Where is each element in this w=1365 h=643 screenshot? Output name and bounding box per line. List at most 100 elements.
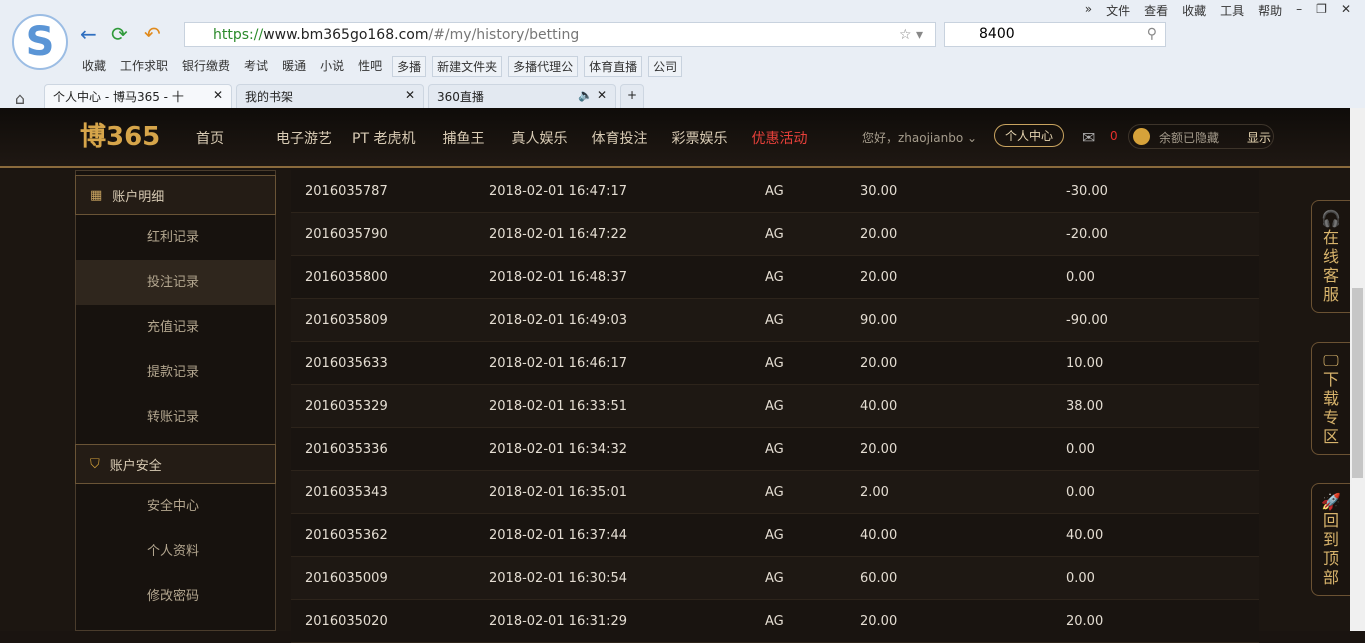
- menu-favorites[interactable]: 收藏: [1182, 2, 1206, 19]
- bookmark[interactable]: 新建文件夹: [432, 56, 503, 77]
- download-button[interactable]: 🖵 下载专区: [1311, 342, 1351, 455]
- user-menu[interactable]: 您好，zhaojianbo ⌄: [862, 129, 977, 146]
- menu-view[interactable]: 查看: [1144, 2, 1168, 19]
- section-account-security: ⛉ 账户安全: [75, 444, 276, 484]
- sidebar-item-bonus[interactable]: 红利记录: [76, 215, 275, 260]
- new-tab-button[interactable]: +: [620, 84, 644, 108]
- nav-sports[interactable]: 体育投注: [591, 128, 647, 148]
- mail-icon[interactable]: ✉: [1082, 128, 1095, 147]
- platform: AG: [765, 183, 784, 199]
- bookmark[interactable]: 收藏: [78, 56, 110, 77]
- bookmark[interactable]: 工作求职: [116, 56, 172, 77]
- bet-id: 2016035329: [305, 398, 388, 414]
- bet-time: 2018-02-01 16:46:17: [489, 355, 628, 371]
- close-tab-icon[interactable]: 🔈 ✕: [578, 88, 607, 105]
- personal-center-button[interactable]: 个人中心: [994, 124, 1065, 147]
- search-icon[interactable]: ⚲: [1147, 23, 1157, 46]
- back-icon[interactable]: ←: [80, 22, 97, 46]
- bookmark[interactable]: 性吧: [354, 56, 386, 77]
- search-input[interactable]: 8400 ⚲: [944, 22, 1166, 47]
- restore-icon[interactable]: ❐: [1316, 2, 1327, 19]
- home-icon[interactable]: ⌂: [0, 89, 40, 108]
- bookmark[interactable]: 小说: [316, 56, 348, 77]
- bookmark[interactable]: 银行缴费: [178, 56, 234, 77]
- close-tab-icon[interactable]: ✕: [405, 88, 415, 105]
- bet-time: 2018-02-01 16:31:29: [489, 613, 628, 629]
- balance-box: 余额已隐藏 显示: [1128, 124, 1274, 149]
- site-logo[interactable]: 博365: [80, 116, 160, 153]
- nav-fishing[interactable]: 捕鱼王: [442, 128, 484, 148]
- bet-time: 2018-02-01 16:47:17: [489, 183, 628, 199]
- coin-icon: [1133, 128, 1150, 145]
- main-nav: 首页 电子游艺 PT 老虎机 捕鱼王 真人娱乐 体育投注 彩票娱乐 优惠活动: [196, 128, 834, 148]
- headset-icon: 🎧: [1321, 209, 1341, 228]
- sidebar-item-withdraw[interactable]: 提款记录: [76, 350, 275, 395]
- chevron-down-icon: ⌄: [967, 131, 978, 145]
- bet-id: 2016035343: [305, 484, 388, 500]
- online-service-button[interactable]: 🎧 在线客服: [1311, 200, 1351, 313]
- bet-time: 2018-02-01 16:33:51: [489, 398, 628, 414]
- nav-pt[interactable]: PT 老虎机: [352, 128, 415, 148]
- close-icon[interactable]: ✕: [1341, 2, 1351, 19]
- payout: 0.00: [1066, 269, 1095, 285]
- scrollbar-thumb[interactable]: [1352, 288, 1363, 478]
- sidebar-item-change-password[interactable]: 修改密码: [76, 574, 275, 619]
- bookmark[interactable]: 考试: [240, 56, 272, 77]
- payout: 0.00: [1066, 484, 1095, 500]
- sidebar-item-profile[interactable]: 个人资料: [76, 529, 275, 574]
- menu-file[interactable]: 文件: [1106, 2, 1130, 19]
- bookmark[interactable]: 多播: [392, 56, 427, 77]
- table-row: 2016035009 2018-02-01 16:30:54 AG 60.00 0.00: [291, 557, 1259, 600]
- bookmark[interactable]: 多播代理公: [508, 56, 579, 77]
- bet-id: 2016035800: [305, 269, 388, 285]
- bet-id: 2016035787: [305, 183, 388, 199]
- tab-360-live[interactable]: 360直播 🔈 ✕: [428, 84, 616, 108]
- nav-live[interactable]: 真人娱乐: [511, 128, 567, 148]
- bet-amount: 20.00: [860, 226, 898, 242]
- monitor-icon: 🖵: [1323, 351, 1339, 370]
- bookmark[interactable]: 体育直播: [584, 56, 643, 77]
- back-to-top-button[interactable]: 🚀 回到顶部: [1311, 483, 1351, 596]
- bet-amount: 2.00: [860, 484, 889, 500]
- payout: 40.00: [1066, 527, 1104, 543]
- payout: -30.00: [1066, 183, 1108, 199]
- sidebar-item-betting[interactable]: 投注记录: [76, 260, 275, 305]
- nav-home[interactable]: 首页: [196, 128, 224, 148]
- scrollbar[interactable]: [1350, 108, 1365, 631]
- bookmark[interactable]: 公司: [648, 56, 683, 77]
- table-row: 2016035329 2018-02-01 16:33:51 AG 40.00 38.0…: [291, 385, 1259, 428]
- betting-table: 2016035787 2018-02-01 16:47:17 AG 30.00 -30.…: [291, 170, 1259, 643]
- sidebar-item-deposit[interactable]: 充值记录: [76, 305, 275, 350]
- minimize-icon[interactable]: –: [1296, 2, 1302, 19]
- nav-slots[interactable]: 电子游艺: [276, 128, 332, 148]
- menu-help[interactable]: 帮助: [1258, 2, 1282, 19]
- payout: -20.00: [1066, 226, 1108, 242]
- tab-personal-center[interactable]: 个人中心 - 博马365 - 十 ✕: [44, 84, 232, 108]
- bet-amount: 20.00: [860, 613, 898, 629]
- nav-promotions[interactable]: 优惠活动: [751, 128, 807, 148]
- tab-bookshelf[interactable]: 我的书架 ✕: [236, 84, 424, 108]
- star-icon[interactable]: ☆ ▾: [899, 27, 923, 43]
- menu-tools[interactable]: 工具: [1220, 2, 1244, 19]
- table-row: 2016035800 2018-02-01 16:48:37 AG 20.00 0.00: [291, 256, 1259, 299]
- close-tab-icon[interactable]: ✕: [213, 88, 223, 105]
- bookmark[interactable]: 暖通: [278, 56, 310, 77]
- bet-id: 2016035362: [305, 527, 388, 543]
- bet-time: 2018-02-01 16:30:54: [489, 570, 628, 586]
- address-bar[interactable]: https://www.bm365go168.com/#/my/history/…: [184, 22, 936, 47]
- nav-lottery[interactable]: 彩票娱乐: [671, 128, 727, 148]
- show-balance-button[interactable]: 显示: [1247, 131, 1271, 145]
- table-row: 2016035343 2018-02-01 16:35:01 AG 2.00 0.00: [291, 471, 1259, 514]
- platform: AG: [765, 226, 784, 242]
- sidebar-item-transfer[interactable]: 转账记录: [76, 395, 275, 440]
- undo-icon[interactable]: ↶: [144, 22, 161, 46]
- bet-time: 2018-02-01 16:37:44: [489, 527, 628, 543]
- sidebar-item-security-center[interactable]: 安全中心: [76, 484, 275, 529]
- bet-id: 2016035020: [305, 613, 388, 629]
- platform: AG: [765, 312, 784, 328]
- refresh-icon[interactable]: ⟳: [111, 22, 128, 46]
- platform: AG: [765, 398, 784, 414]
- menu-more[interactable]: »: [1085, 2, 1092, 19]
- bet-id: 2016035009: [305, 570, 388, 586]
- tab-strip: ⌂ 个人中心 - 博马365 - 十 ✕ 我的书架 ✕ 360直播 🔈 ✕ +: [0, 82, 1365, 108]
